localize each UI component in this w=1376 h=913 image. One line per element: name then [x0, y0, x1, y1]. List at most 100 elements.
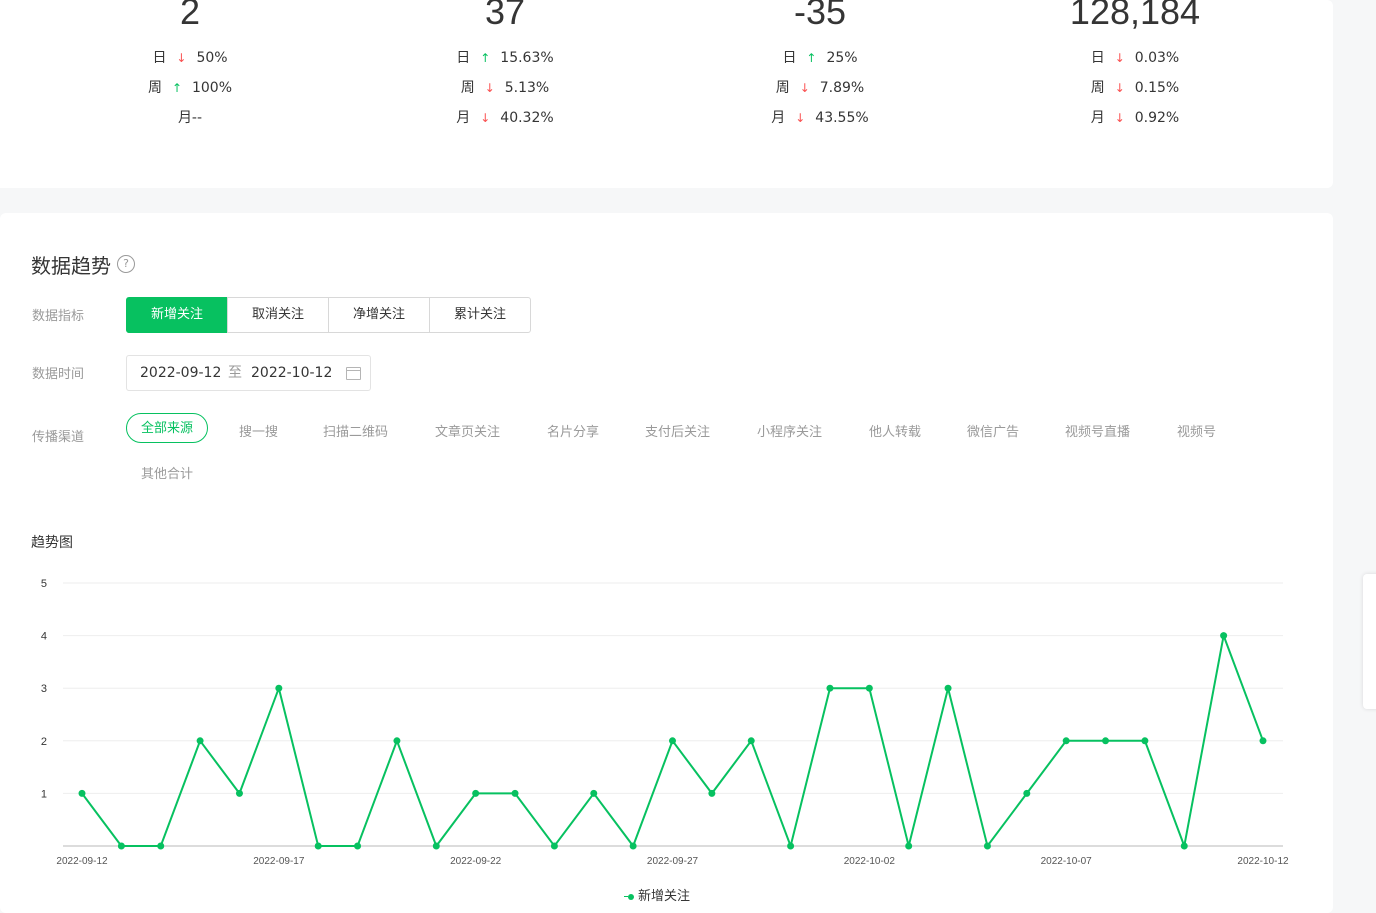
- chart-title: 趋势图: [31, 535, 73, 551]
- channel-video[interactable]: 视频号: [1177, 421, 1216, 440]
- data-point: [826, 684, 834, 692]
- y-tick-label: 1: [41, 788, 47, 800]
- arrow-up-icon: ↑: [171, 81, 183, 95]
- help-icon[interactable]: ?: [117, 255, 135, 273]
- stat-percent: 0.92%: [1134, 110, 1180, 126]
- data-point: [235, 789, 243, 797]
- time-label: 数据时间: [32, 367, 85, 382]
- data-point: [472, 789, 480, 797]
- channel-other[interactable]: 其他合计: [141, 463, 193, 482]
- channel-article[interactable]: 文章页关注: [435, 421, 500, 440]
- stat-period-label: 月: [771, 110, 786, 126]
- stat-change-row: 周 ↓ 7.89%: [670, 78, 970, 98]
- arrow-down-icon: ↓: [1114, 51, 1125, 65]
- stat-period-label: 月--: [177, 110, 203, 126]
- channel-wechat-ads[interactable]: 微信广告: [967, 421, 1019, 440]
- data-point: [708, 789, 716, 797]
- stat-percent: 100%: [191, 80, 233, 96]
- data-point: [275, 684, 283, 692]
- side-panel-tab[interactable]: [1363, 574, 1376, 709]
- data-point: [1180, 842, 1188, 850]
- arrow-down-icon: ↓: [799, 81, 810, 95]
- stat-period-label: 日: [456, 50, 471, 66]
- stat-percent: 40.32%: [500, 110, 554, 126]
- stat-value: 37: [484, 0, 526, 32]
- channel-after-pay[interactable]: 支付后关注: [645, 421, 710, 440]
- data-point: [393, 737, 401, 745]
- stat-change-row: 日 ↓ 50%: [40, 48, 340, 68]
- channel-search[interactable]: 搜一搜: [239, 421, 278, 440]
- data-point: [629, 842, 637, 850]
- channel-miniprogram[interactable]: 小程序关注: [757, 421, 822, 440]
- stat-period-label: 周: [147, 80, 162, 96]
- stat-value: -35: [793, 0, 847, 32]
- stat-change-row: 月 ↓ 43.55%: [670, 108, 970, 128]
- data-point: [1141, 737, 1149, 745]
- data-point: [196, 737, 204, 745]
- data-point: [983, 842, 991, 850]
- data-point: [117, 842, 125, 850]
- channel-repost[interactable]: 他人转载: [869, 421, 921, 440]
- data-point: [354, 842, 362, 850]
- x-tick-label: 2022-10-07: [1041, 856, 1093, 867]
- date-end[interactable]: 2022-10-12: [251, 356, 332, 390]
- metric-tab-new[interactable]: 新增关注: [126, 297, 228, 333]
- data-point: [550, 842, 558, 850]
- arrow-up-icon: ↑: [480, 51, 491, 65]
- stat-period-label: 日: [1090, 50, 1105, 66]
- date-start[interactable]: 2022-09-12: [140, 356, 221, 390]
- stat-percent: 0.15%: [1134, 80, 1180, 96]
- trend-chart: 1 2 3 4 5 2022-09-12 2022-09-17 2022-09-22 2022-…: [41, 578, 1289, 867]
- stat-percent: 5.13%: [504, 80, 550, 96]
- stat-change-row: 周 ↓ 5.13%: [355, 78, 655, 98]
- metric-tab-cancel[interactable]: 取消关注: [227, 297, 329, 333]
- stat-period-label: 日: [782, 50, 797, 66]
- data-point: [511, 789, 519, 797]
- arrow-down-icon: ↓: [1114, 81, 1125, 95]
- channel-all[interactable]: 全部来源: [126, 413, 209, 443]
- x-tick-label: 2022-09-27: [647, 856, 699, 867]
- arrow-down-icon: ↓: [480, 111, 491, 125]
- channel-video-live[interactable]: 视频号直播: [1065, 421, 1130, 440]
- channel-card-share[interactable]: 名片分享: [547, 421, 599, 440]
- x-tick-label: 2022-10-12: [1237, 856, 1289, 867]
- chart-legend[interactable]: 新增关注: [624, 885, 690, 904]
- stat-change-row: 周 ↑ 100%: [40, 78, 340, 98]
- metric-tab-total[interactable]: 累计关注: [429, 297, 531, 333]
- stat-change-row: 周 ↓ 0.15%: [985, 78, 1285, 98]
- data-point: [78, 789, 86, 797]
- stat-percent: 7.89%: [819, 80, 865, 96]
- channel-qrcode[interactable]: 扫描二维码: [323, 421, 388, 440]
- stat-percent: 50%: [196, 50, 228, 66]
- stat-period-label: 月: [456, 110, 471, 126]
- stat-value: 128,184: [1069, 0, 1201, 32]
- data-point: [787, 842, 795, 850]
- arrow-down-icon: ↓: [1114, 111, 1125, 125]
- date-range-picker[interactable]: 2022-09-12 至 2022-10-12: [126, 355, 371, 391]
- stat-change-row: 日 ↑ 25%: [670, 48, 970, 68]
- stat-percent: 25%: [826, 50, 858, 66]
- data-point: [432, 842, 440, 850]
- stat-value: 2: [179, 0, 201, 32]
- calendar-icon[interactable]: [346, 367, 361, 380]
- stat-period-label: 月: [1090, 110, 1105, 126]
- metric-tab-net[interactable]: 净增关注: [328, 297, 430, 333]
- x-tick-label: 2022-09-17: [253, 856, 305, 867]
- stat-change-row: 月 ↓ 40.32%: [355, 108, 655, 128]
- stat-period-label: 日: [152, 50, 167, 66]
- arrow-down-icon: ↓: [795, 111, 806, 125]
- data-point: [1220, 632, 1228, 640]
- y-tick-label: 5: [41, 578, 47, 590]
- x-tick-label: 2022-09-12: [56, 856, 108, 867]
- y-tick-label: 4: [41, 631, 47, 643]
- stat-percent: 15.63%: [500, 50, 554, 66]
- data-point: [865, 684, 873, 692]
- channel-label: 传播渠道: [32, 430, 85, 445]
- data-point: [590, 789, 598, 797]
- data-point: [1259, 737, 1267, 745]
- stat-change-row: 月--: [40, 108, 340, 128]
- stat-change-row: 日 ↑ 15.63%: [355, 48, 655, 68]
- stat-period-label: 周: [1090, 80, 1105, 96]
- stat-percent: 43.55%: [815, 110, 869, 126]
- data-point: [747, 737, 755, 745]
